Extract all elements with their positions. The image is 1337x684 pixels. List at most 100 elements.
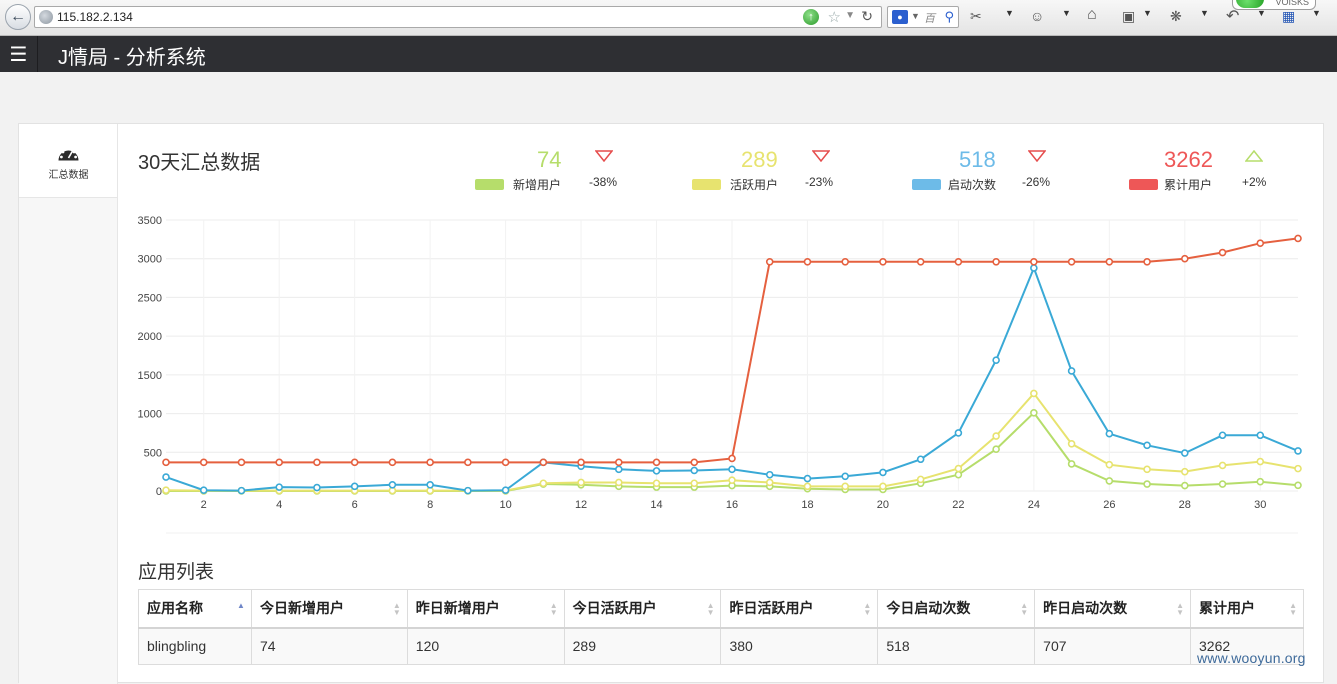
go-icon[interactable]: ↑ <box>803 9 819 25</box>
data-point <box>690 479 699 488</box>
sort-icon[interactable]: ▲ ▼ <box>707 602 715 617</box>
data-point <box>765 470 774 479</box>
data-point <box>1030 389 1038 398</box>
column-header[interactable]: 今日活跃用户 ▲ ▼ <box>563 589 722 629</box>
watermark: www.wooyun.org <box>1197 650 1306 666</box>
menu-dropdown-icon[interactable]: ▼ <box>1312 8 1321 18</box>
search-icon[interactable]: ⚲ <box>944 9 954 25</box>
data-point <box>954 429 963 437</box>
data-point <box>539 479 548 488</box>
data-point <box>879 468 887 477</box>
column-header[interactable]: 昨日新增用户 ▲ ▼ <box>406 589 565 629</box>
search-engine-dropdown-icon[interactable]: ▼ <box>911 11 920 21</box>
sort-icon[interactable]: ▲ ▼ <box>863 602 871 617</box>
data-point <box>275 458 283 467</box>
data-point <box>1105 477 1114 485</box>
screenshot-dropdown-icon[interactable]: ▼ <box>1005 8 1014 18</box>
browser-toolbar: ← 115.182.2.134 ↑ ☆ ▼ ↻ ● ▼ 百 ⚲ ✂ ▼ ☺ ▼ … <box>0 0 1337 36</box>
data-point <box>841 258 850 266</box>
kpi-value: 3262 <box>1164 147 1213 172</box>
data-point <box>1181 481 1189 490</box>
sort-icon[interactable]: ▲ ▼ <box>1176 602 1184 617</box>
sidebar-tab-summary[interactable]: 汇总数据 <box>19 124 118 198</box>
bookmarks-dropdown-icon[interactable]: ▼ <box>1143 8 1152 18</box>
y-tick-label: 3000 <box>138 254 162 266</box>
url-dropdown-icon[interactable]: ▼ <box>845 10 855 21</box>
column-header[interactable]: 累计用户 ▲ ▼ <box>1190 589 1304 629</box>
data-point <box>1256 239 1265 248</box>
url-text: 115.182.2.134 <box>57 10 133 24</box>
data-point <box>313 458 321 467</box>
data-point <box>1218 461 1227 470</box>
screenshot-icon[interactable]: ✂ <box>970 8 982 25</box>
trend-up-icon <box>1245 150 1263 162</box>
data-point <box>539 458 548 467</box>
data-point <box>954 470 963 479</box>
data-point <box>388 481 397 489</box>
x-tick-label: 8 <box>427 499 433 511</box>
data-point <box>614 458 623 467</box>
kpi-value: 289 <box>741 147 778 172</box>
bookmark-star-icon[interactable]: ☆ <box>828 8 841 26</box>
column-header[interactable]: 今日启动次数 ▲ ▼ <box>877 589 1036 629</box>
x-tick-label: 14 <box>650 499 662 511</box>
bookmarks-icon[interactable]: ▣ <box>1122 8 1135 25</box>
x-tick-label: 6 <box>352 499 358 511</box>
addon-smiley-icon[interactable]: ☺ <box>1030 8 1044 24</box>
kpi-label: 活跃用户 <box>730 178 779 192</box>
address-bar[interactable]: 115.182.2.134 ↑ ☆ ▼ ↻ <box>34 6 882 28</box>
search-box[interactable]: ● ▼ 百 ⚲ <box>887 6 959 28</box>
data-point <box>1143 441 1151 450</box>
search-engine-icon[interactable]: ● <box>892 10 908 24</box>
firebug-dropdown-icon[interactable]: ▼ <box>1200 8 1209 18</box>
reload-icon[interactable]: ↻ <box>861 8 873 25</box>
summary-panel: 汇总数据 30天汇总数据 74 新增用户 -38% 289 活跃用户 -23% … <box>18 123 1324 684</box>
column-header[interactable]: 今日新增用户 ▲ ▼ <box>250 589 408 629</box>
data-point <box>1105 429 1114 438</box>
sort-asc-icon[interactable]: ▲ <box>237 602 245 610</box>
hamburger-icon: ☰ <box>9 43 28 66</box>
x-tick-label: 18 <box>801 499 813 511</box>
x-tick-label: 12 <box>575 499 587 511</box>
data-point <box>765 258 774 266</box>
sidebar-background <box>19 198 118 684</box>
back-button[interactable]: ← <box>5 4 31 30</box>
sort-icon[interactable]: ▲ ▼ <box>1020 602 1028 617</box>
line-chart: 0 500 1000 1500 2000 2500 3000 3500 2 4 6 8 10 12 14 16… <box>118 210 1324 540</box>
data-point <box>1067 460 1076 468</box>
data-point <box>388 458 397 467</box>
table-row[interactable]: blingbling 74 120 289 380 518 707 3262 <box>138 627 1304 665</box>
column-header-label: 今日活跃用户 <box>572 600 657 617</box>
windows-icon[interactable]: ▦ <box>1282 8 1295 25</box>
data-point <box>992 356 1000 364</box>
data-point <box>1067 367 1076 375</box>
data-point <box>803 482 812 491</box>
kpi-new-users: 74 新增用户 -38% <box>475 144 665 194</box>
sort-icon[interactable]: ▲ ▼ <box>393 602 401 617</box>
data-point <box>577 478 585 487</box>
column-header[interactable]: 应用名称 ▲ <box>138 589 252 629</box>
column-header-label: 昨日启动次数 <box>1043 600 1128 617</box>
kpi-launches: 518 启动次数 -26% <box>912 144 1102 194</box>
sort-icon[interactable]: ▲ ▼ <box>1289 602 1297 617</box>
data-point <box>954 464 963 473</box>
kpi-value: 74 <box>537 147 562 172</box>
menu-toggle-button[interactable]: ☰ <box>0 36 38 72</box>
data-point <box>614 465 623 474</box>
column-header[interactable]: 昨日启动次数 ▲ ▼ <box>1034 589 1192 629</box>
column-header[interactable]: 昨日活跃用户 ▲ ▼ <box>720 589 879 629</box>
addon-dropdown-icon[interactable]: ▼ <box>1062 8 1071 18</box>
data-point <box>1067 439 1076 448</box>
data-point <box>1294 447 1302 455</box>
x-tick-label: 16 <box>726 499 738 511</box>
line-chart-svg: 05001000150020002500300035002 4 6 8 10 12 14 16… <box>138 215 1302 534</box>
data-point <box>162 486 170 495</box>
home-icon[interactable]: ⌂ <box>1087 6 1097 24</box>
app-list-table: 应用名称 ▲ 今日新增用户 ▲ ▼ 昨日新增用户 ▲ ▼ 今日活跃用户 ▲ ▼ 昨日活跃用户 ▲… <box>138 589 1304 665</box>
firebug-icon[interactable]: ❋ <box>1170 8 1182 25</box>
sort-icon[interactable]: ▲ ▼ <box>550 602 558 617</box>
data-point <box>879 482 887 491</box>
dashboard-gauge-icon <box>58 147 79 161</box>
x-tick-label: 2 <box>201 499 207 511</box>
kpi-label: 启动次数 <box>948 178 997 192</box>
